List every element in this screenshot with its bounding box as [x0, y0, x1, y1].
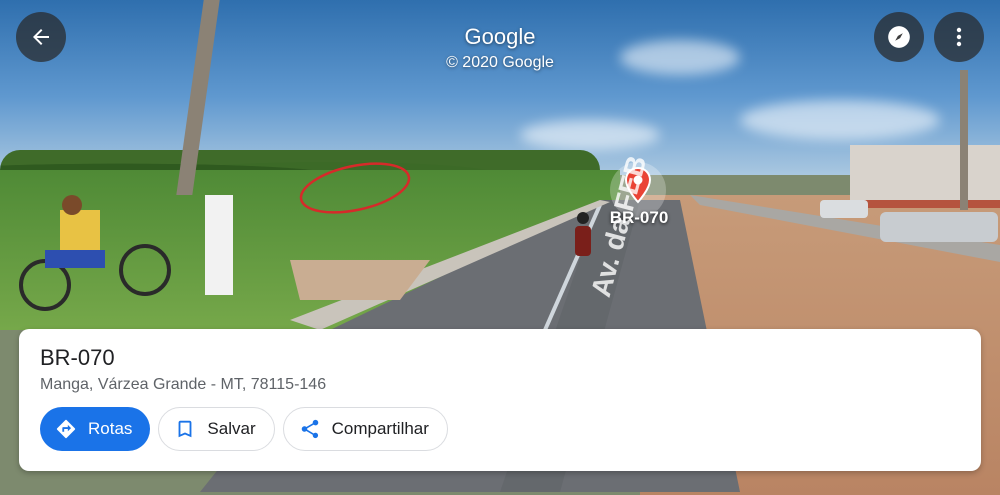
- brand-name: Google: [464, 24, 536, 49]
- save-button[interactable]: Salvar: [158, 407, 275, 451]
- place-address: Manga, Várzea Grande - MT, 78115-146: [40, 376, 327, 393]
- share-label: Compartilhar: [331, 419, 429, 438]
- utility-pole: [960, 70, 968, 210]
- cyclist: [19, 195, 171, 311]
- directions-button[interactable]: Rotas: [40, 407, 151, 451]
- utility-pole: [205, 195, 233, 295]
- save-label: Salvar: [207, 419, 256, 438]
- compass-button[interactable]: [874, 12, 924, 62]
- more-vert-icon: [947, 25, 971, 49]
- share-button[interactable]: Compartilhar: [282, 407, 448, 451]
- share-icon: [298, 417, 322, 441]
- compass-icon: [886, 24, 912, 50]
- more-options-button[interactable]: [934, 12, 984, 62]
- copyright-text: © 2020 Google: [446, 54, 554, 71]
- directions-icon: [54, 417, 78, 441]
- bookmark-icon: [173, 417, 197, 441]
- directions-label: Rotas: [88, 419, 133, 438]
- back-button[interactable]: [16, 12, 66, 62]
- place-title: BR-070: [40, 345, 115, 370]
- google-watermark: Google © 2020 Google: [400, 24, 600, 74]
- place-card: BR-070 Manga, Várzea Grande - MT, 78115-…: [19, 329, 981, 471]
- arrow-back-icon: [29, 25, 53, 49]
- action-buttons: Rotas Salvar Compartilhar: [40, 407, 448, 451]
